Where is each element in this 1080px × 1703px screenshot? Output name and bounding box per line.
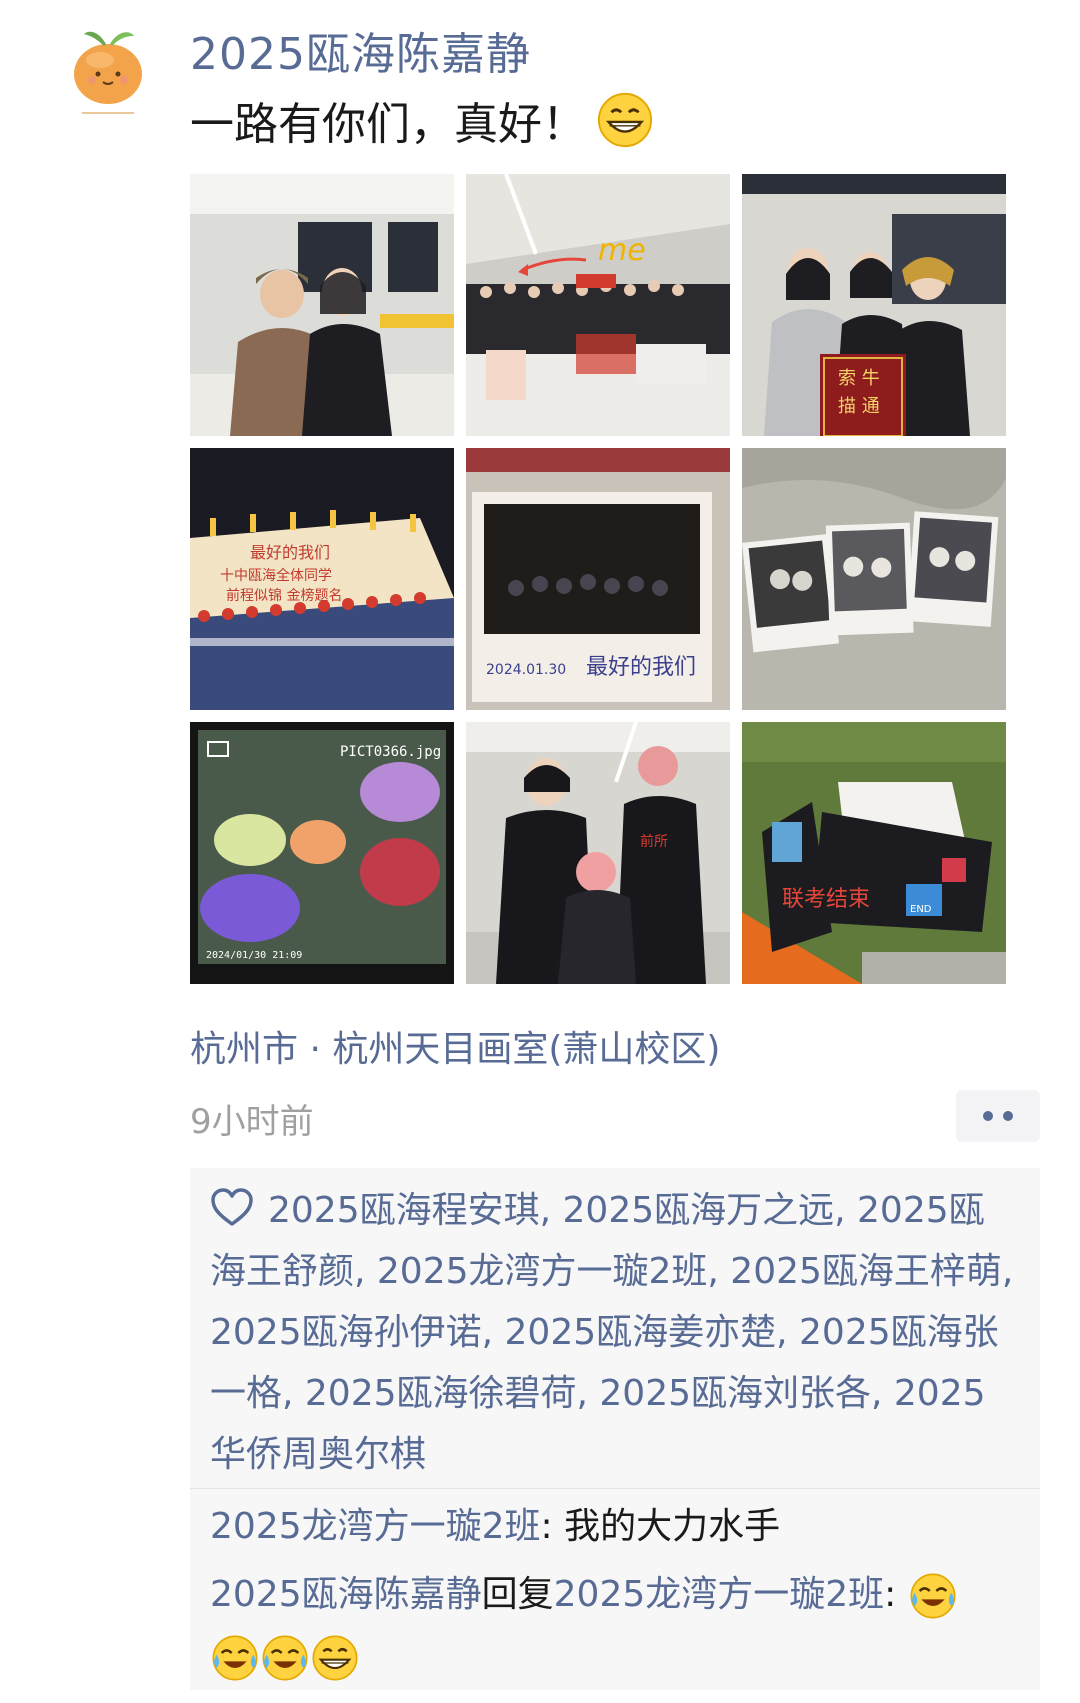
comment-author[interactable]: 2025瓯海陈嘉静	[210, 1574, 482, 1615]
svg-text:2024.01.30: 2024.01.30	[486, 662, 566, 678]
svg-text:最好的我们: 最好的我们	[586, 655, 696, 680]
divider	[190, 1488, 1040, 1489]
photo-friends-hallway[interactable]: 前所	[466, 722, 730, 984]
post-author[interactable]: 2025瓯海陈嘉静	[190, 18, 531, 82]
svg-text:描 通: 描 通	[838, 396, 880, 417]
svg-text:me: me	[598, 233, 646, 268]
post-location[interactable]: 杭州市 · 杭州天目画室(萧山校区)	[190, 1020, 720, 1072]
comment-author[interactable]: 2025龙湾方一璇2班	[210, 1506, 541, 1547]
photo-bags-on-grass[interactable]: 联考结束 END	[742, 722, 1006, 984]
svg-text:前程似锦 金榜题名: 前程似锦 金榜题名	[226, 587, 342, 604]
photo-camera-screen-toys[interactable]: PICT0366.jpg 2024/01/30 21:09	[190, 722, 454, 984]
reply-word: 回复	[481, 1574, 554, 1615]
tears-of-joy-emoji	[262, 1635, 308, 1681]
comment-separator: :	[540, 1506, 565, 1547]
likes-names[interactable]: 2025瓯海程安琪, 2025瓯海万之远, 2025瓯海王舒颜, 2025龙湾方…	[210, 1190, 1013, 1475]
photo-two-girls-classroom[interactable]	[190, 174, 454, 436]
interaction-box: 2025瓯海程安琪, 2025瓯海万之远, 2025瓯海王舒颜, 2025龙湾方…	[190, 1168, 1040, 1690]
dot-icon	[983, 1111, 993, 1121]
heart-icon	[211, 1188, 253, 1226]
svg-text:END: END	[910, 904, 932, 915]
svg-text:索 牛: 索 牛	[838, 368, 880, 389]
post-text-row: 一路有你们，真好！	[190, 88, 654, 152]
photo-polaroid-group[interactable]: 2024.01.30 最好的我们	[466, 448, 730, 710]
tears-of-joy-emoji	[910, 1573, 956, 1619]
likes-list: 2025瓯海程安琪, 2025瓯海万之远, 2025瓯海王舒颜, 2025龙湾方…	[210, 1180, 1020, 1485]
svg-text:联考结束: 联考结束	[782, 887, 870, 912]
comment-item[interactable]: 2025龙湾方一璇2班: 我的大力水手	[210, 1496, 1030, 1558]
photo-group-hall-me[interactable]: me	[466, 174, 730, 436]
post-time: 9小时前	[190, 1102, 314, 1142]
svg-text:前所: 前所	[640, 833, 668, 850]
grin-emoji	[312, 1635, 358, 1681]
photo-grid: me 索 牛 描 通 最好的我们 十中瓯海全体同学 前程似锦 金榜题名 2024…	[190, 174, 1006, 986]
svg-text:PICT0366.jpg: PICT0366.jpg	[340, 744, 441, 760]
reply-target[interactable]: 2025龙湾方一璇2班	[554, 1574, 885, 1615]
more-actions-button[interactable]	[956, 1090, 1040, 1142]
post-text: 一路有你们，真好！	[190, 99, 586, 150]
svg-text:最好的我们: 最好的我们	[250, 543, 330, 562]
comment-text: 我的大力水手	[564, 1506, 781, 1547]
comment-item[interactable]: 2025瓯海陈嘉静回复2025龙湾方一璇2班:	[210, 1564, 1030, 1688]
grin-emoji	[597, 92, 653, 148]
tears-of-joy-emoji	[212, 1635, 258, 1681]
photo-polaroids-bed[interactable]	[742, 448, 1006, 710]
photo-cake[interactable]: 最好的我们 十中瓯海全体同学 前程似锦 金榜题名	[190, 448, 454, 710]
svg-text:十中瓯海全体同学: 十中瓯海全体同学	[220, 567, 332, 584]
svg-text:2024/01/30 21:09: 2024/01/30 21:09	[206, 950, 302, 961]
photo-three-girls-banner[interactable]: 索 牛 描 通	[742, 174, 1006, 436]
dot-icon	[1003, 1111, 1013, 1121]
avatar[interactable]	[58, 16, 158, 120]
comment-separator: :	[884, 1574, 908, 1615]
